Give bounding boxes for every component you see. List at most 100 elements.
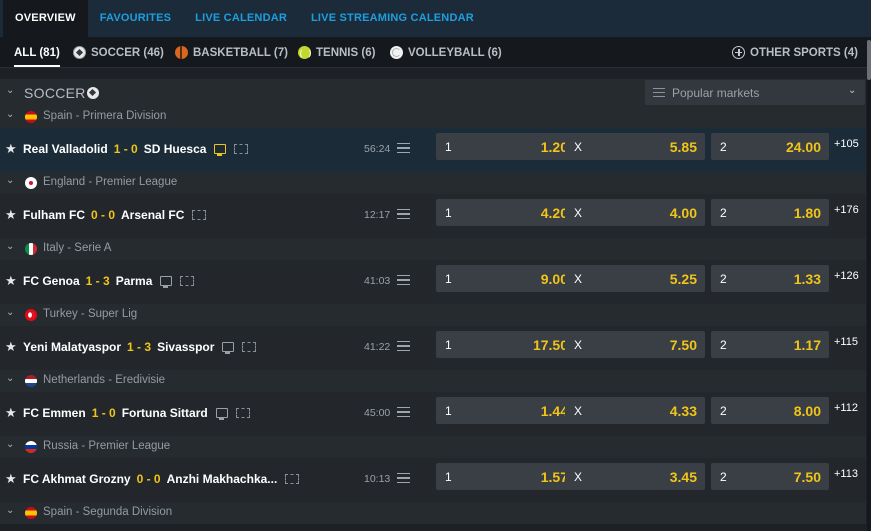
- home-team: FC Akhmat Grozny: [23, 472, 131, 486]
- odds-button-home[interactable]: 1 1.20: [436, 133, 576, 160]
- chevron-down-icon[interactable]: ⌄: [6, 439, 14, 450]
- league-header[interactable]: ⌄ Italy - Serie A: [0, 238, 866, 260]
- match-teams[interactable]: Fulham FC 0 - 0 Arsenal FC: [23, 208, 207, 222]
- match-row[interactable]: ★ FC Akhmat Grozny 0 - 0 Anzhi Makhachka..…: [0, 458, 866, 502]
- odds-button-home[interactable]: 1 17.50: [436, 331, 576, 358]
- menu-lines-icon[interactable]: [397, 209, 410, 219]
- favourite-star-icon[interactable]: ★: [5, 471, 17, 487]
- odds-button-away[interactable]: 2 1.33: [711, 265, 829, 292]
- favourite-star-icon[interactable]: ★: [5, 405, 17, 421]
- odds-button-away[interactable]: 2 8.00: [711, 397, 829, 424]
- favourite-star-icon[interactable]: ★: [5, 273, 17, 289]
- match-tracker-icon[interactable]: [234, 144, 249, 154]
- popular-markets-dropdown[interactable]: Popular markets ⌄: [645, 80, 865, 105]
- chevron-down-icon[interactable]: ⌄: [6, 505, 14, 516]
- odds-button-home[interactable]: 1 1.57: [436, 463, 576, 490]
- league-header[interactable]: ⌄ Spain - Segunda Division: [0, 502, 866, 524]
- tab-live-calendar[interactable]: LIVE CALENDAR: [183, 0, 299, 37]
- odds-label: 1: [445, 470, 452, 484]
- more-markets-link[interactable]: +115: [834, 336, 858, 348]
- match-teams[interactable]: Yeni Malatyaspor 1 - 3 Sivasspor: [23, 340, 257, 354]
- away-team: SD Huesca: [143, 142, 207, 156]
- match-teams[interactable]: FC Genoa 1 - 3 Parma: [23, 274, 195, 288]
- more-markets-link[interactable]: +113: [834, 468, 858, 480]
- league-header[interactable]: ⌄ Turkey - Super Lig: [0, 304, 866, 326]
- tab-favourites[interactable]: FAVOURITES: [88, 0, 183, 37]
- scrollbar-thumb[interactable]: [867, 40, 871, 80]
- menu-lines-icon[interactable]: [397, 341, 410, 351]
- chevron-down-icon[interactable]: ⌄: [6, 307, 14, 318]
- filter-tennis[interactable]: TENNIS (6): [298, 37, 375, 68]
- odds-button-draw[interactable]: X 4.00: [565, 199, 705, 226]
- league-header[interactable]: ⌄ Russia - Premier League: [0, 436, 866, 458]
- filter-tennis-label: TENNIS (6): [316, 46, 376, 59]
- odds-button-away[interactable]: 2 7.50: [711, 463, 829, 490]
- scrollbar-track[interactable]: [867, 37, 871, 531]
- live-stream-tv-icon[interactable]: [214, 144, 227, 156]
- odds-label: 2: [720, 404, 727, 418]
- menu-lines-icon[interactable]: [397, 407, 410, 417]
- tennis-ball-icon: [298, 46, 311, 59]
- league-name: Turkey - Super Lig: [43, 308, 138, 320]
- menu-lines-icon[interactable]: [397, 143, 410, 153]
- odds-button-draw[interactable]: X 7.50: [565, 331, 705, 358]
- chevron-down-icon[interactable]: ⌄: [6, 241, 14, 252]
- chevron-down-icon[interactable]: ⌄: [6, 175, 14, 186]
- favourite-star-icon[interactable]: ★: [5, 339, 17, 355]
- match-row[interactable]: ★ Fulham FC 0 - 0 Arsenal FC 12:17 1 4.20 X…: [0, 194, 866, 238]
- match-tracker-icon[interactable]: [235, 408, 250, 418]
- more-markets-link[interactable]: +105: [834, 138, 859, 150]
- odds-button-draw[interactable]: X 5.25: [565, 265, 705, 292]
- odds-button-draw[interactable]: X 4.33: [565, 397, 705, 424]
- match-tracker-icon[interactable]: [180, 276, 195, 286]
- match-row[interactable]: ★ FC Genoa 1 - 3 Parma 41:03 1 9.00 X 5.25 2…: [0, 260, 866, 304]
- filter-basketball[interactable]: BASKETBALL (7): [175, 37, 288, 68]
- odds-button-home[interactable]: 1 9.00: [436, 265, 576, 292]
- odds-button-away[interactable]: 2 24.00: [711, 133, 829, 160]
- chevron-down-icon[interactable]: ⌄: [6, 85, 14, 96]
- odds-button-draw[interactable]: X 5.85: [565, 133, 705, 160]
- match-row[interactable]: ★ FC Emmen 1 - 0 Fortuna Sittard 45:00 1 1.…: [0, 392, 866, 436]
- odds-button-home[interactable]: 1 1.44: [436, 397, 576, 424]
- section-title: SOCCER: [24, 85, 86, 101]
- live-stream-tv-icon[interactable]: [222, 342, 235, 354]
- match-row[interactable]: ★ Real Valladolid 1 - 0 SD Huesca 56:24 11…: [0, 128, 866, 172]
- odds-label: 2: [720, 470, 727, 484]
- odds-value: 7.50: [793, 469, 821, 485]
- odds-button-away[interactable]: 2 1.80: [711, 199, 829, 226]
- odds-button-home[interactable]: 1 4.20: [436, 199, 576, 226]
- match-teams[interactable]: FC Akhmat Grozny 0 - 0 Anzhi Makhachka...: [23, 472, 300, 486]
- filter-all[interactable]: ALL (81): [14, 37, 60, 68]
- odds-label: 1: [445, 206, 452, 220]
- more-markets-link[interactable]: +176: [834, 204, 859, 216]
- match-tracker-icon[interactable]: [285, 474, 300, 484]
- odds-button-draw[interactable]: X 3.45: [565, 463, 705, 490]
- soccer-ball-icon: [73, 46, 86, 59]
- match-teams[interactable]: FC Emmen 1 - 0 Fortuna Sittard: [23, 406, 250, 420]
- favourite-star-icon[interactable]: ★: [5, 141, 17, 157]
- live-stream-tv-icon[interactable]: [160, 276, 173, 288]
- chevron-down-icon[interactable]: ⌄: [6, 109, 14, 120]
- more-markets-link[interactable]: +112: [834, 402, 858, 414]
- odds-button-away[interactable]: 2 1.17: [711, 331, 829, 358]
- league-header[interactable]: ⌄ England - Premier League: [0, 172, 866, 194]
- match-tracker-icon[interactable]: [242, 342, 257, 352]
- favourite-star-icon[interactable]: ★: [5, 207, 17, 223]
- league-header[interactable]: ⌄ Netherlands - Eredivisie: [0, 370, 866, 392]
- filter-other-sports[interactable]: OTHER SPORTS (4): [732, 37, 858, 68]
- match-row[interactable]: ★ Yeni Malatyaspor 1 - 3 Sivasspor 41:22 1…: [0, 326, 866, 370]
- match-teams[interactable]: Real Valladolid 1 - 0 SD Huesca: [23, 142, 249, 156]
- live-stream-tv-icon[interactable]: [215, 408, 228, 420]
- filter-soccer[interactable]: SOCCER (46): [73, 37, 164, 68]
- menu-lines-icon[interactable]: [397, 275, 410, 285]
- more-markets-link[interactable]: +126: [834, 270, 859, 282]
- filter-volleyball[interactable]: VOLLEYBALL (6): [390, 37, 502, 68]
- odds-label: 1: [445, 338, 452, 352]
- match-tracker-icon[interactable]: [192, 210, 207, 220]
- league-header[interactable]: ⌄ Spain - Primera Division: [0, 106, 866, 128]
- chevron-down-icon[interactable]: ⌄: [6, 373, 14, 384]
- league-name: Netherlands - Eredivisie: [43, 374, 166, 386]
- menu-lines-icon[interactable]: [397, 473, 410, 483]
- tab-overview[interactable]: OVERVIEW: [3, 0, 88, 37]
- tab-live-streaming-calendar[interactable]: LIVE STREAMING CALENDAR: [299, 0, 486, 37]
